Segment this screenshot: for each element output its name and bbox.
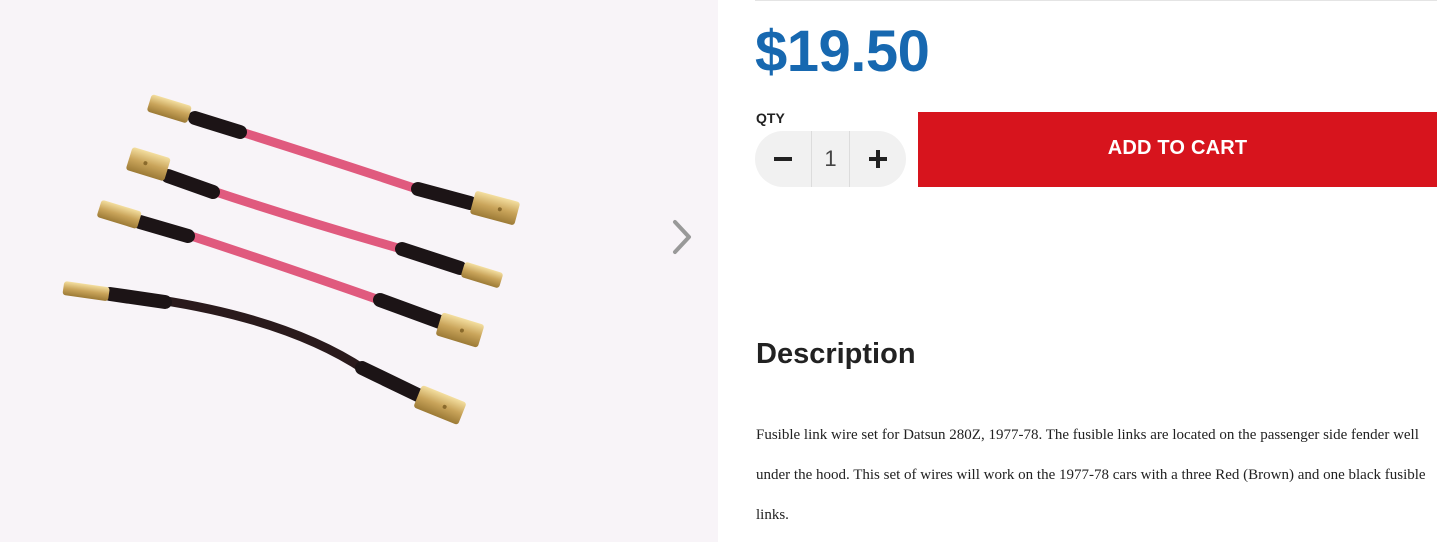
product-image [62,94,520,425]
add-to-cart-button[interactable]: ADD TO CART [918,112,1437,187]
decrease-quantity-button[interactable] [755,131,811,187]
fusible-link-wire [126,147,503,288]
plus-icon [869,150,887,168]
chevron-right-icon [673,220,691,254]
description-heading: Description [756,338,916,370]
quantity-stepper: 1 [755,131,906,187]
description-text: Fusible link wire set for Datsun 280Z, 1… [756,427,1426,523]
product-image-gallery [0,0,718,542]
increase-quantity-button[interactable] [850,131,906,187]
next-image-button[interactable] [662,212,702,262]
quantity-input[interactable]: 1 [811,131,850,187]
quantity-label: QTY [756,110,785,126]
fusible-link-wire [147,94,520,225]
divider [755,0,1437,1]
fusible-link-wire [97,200,484,348]
product-price: $19.50 [755,19,930,84]
minus-icon [774,157,792,161]
